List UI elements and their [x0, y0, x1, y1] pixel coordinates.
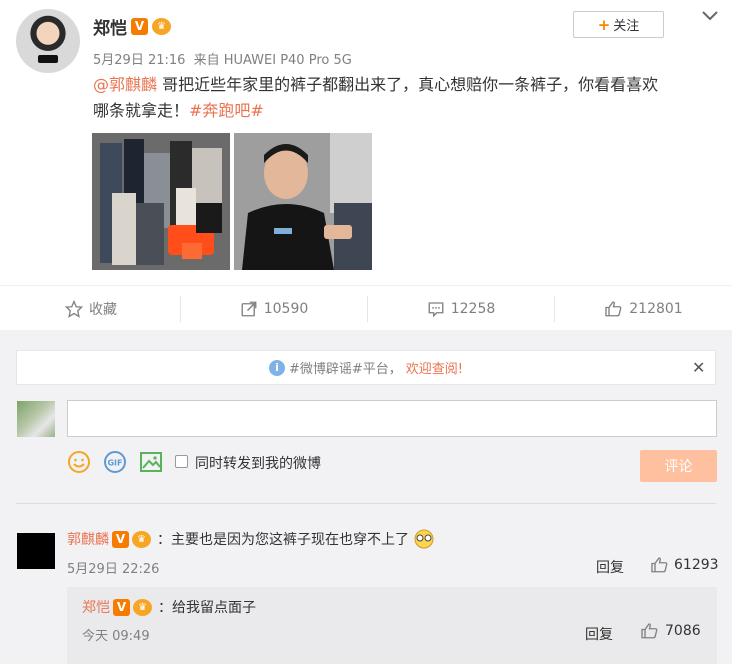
reply-button[interactable]: 回复: [596, 557, 624, 577]
crown-icon: ♛: [132, 530, 151, 548]
rumor-notice-bar: i #微博辟谣#平台， 欢迎查阅!: [16, 350, 716, 385]
thumbs-up-icon: [641, 623, 658, 639]
selfie-photo-graphic: [234, 133, 372, 270]
reply-like-button[interactable]: 7086: [640, 622, 701, 640]
pants-photo-graphic: [92, 133, 230, 270]
commenter-name[interactable]: 郭麒麟: [67, 529, 109, 549]
post-content: @郭麒麟 哥把近些年家里的裤子都翻出来了，真心想赔你一条裤子，你看看喜欢 哪条就…: [93, 72, 718, 124]
reply-author-name[interactable]: 郑恺: [82, 597, 110, 617]
plus-icon: +: [597, 15, 611, 34]
notice-welcome-link[interactable]: 欢迎查阅!: [406, 358, 463, 377]
forward-checkbox[interactable]: [175, 455, 188, 468]
comment-count: 12258: [450, 300, 496, 317]
my-avatar[interactable]: [17, 401, 55, 437]
post-source: 来自 HUAWEI P40 Pro 5G: [193, 53, 352, 68]
favorite-label: 收藏: [89, 301, 117, 318]
content-text-2: 哪条就拿走！: [93, 101, 190, 120]
like-count: 212801: [629, 300, 683, 317]
reply-like-count: 7086: [665, 623, 701, 639]
crown-icon: ♛: [152, 18, 171, 35]
verified-v-icon: V: [112, 530, 129, 548]
repost-icon: [241, 301, 257, 316]
svg-text:GIF: GIF: [107, 459, 122, 468]
verified-v-icon: V: [113, 598, 130, 616]
comment-like-count: 61293: [674, 557, 719, 573]
verified-v-icon: V: [131, 18, 148, 35]
post-photo-1[interactable]: [92, 133, 230, 270]
thumbs-up-icon: [651, 557, 668, 573]
comment-icon: [428, 301, 444, 317]
notice-text[interactable]: #微博辟谣#平台，: [289, 358, 402, 377]
author-name[interactable]: 郑恺: [93, 14, 127, 39]
hashtag-link[interactable]: #奔跑吧#: [189, 101, 264, 120]
chevron-down-icon[interactable]: [700, 8, 720, 24]
post-photo-2[interactable]: [234, 133, 372, 270]
close-icon[interactable]: ✕: [692, 358, 705, 377]
sweat-emoji-icon: [414, 529, 434, 549]
gif-icon[interactable]: GIF: [103, 450, 127, 474]
crown-icon: ♛: [133, 598, 152, 616]
author-avatar[interactable]: [16, 9, 80, 73]
repost-count: 10590: [263, 300, 309, 317]
star-icon: [65, 299, 83, 318]
follow-button[interactable]: + 关注: [573, 11, 664, 38]
comment-time: 5月29日 22:26: [67, 562, 160, 577]
comment-input[interactable]: [67, 400, 717, 437]
comment-button[interactable]: 12258: [368, 286, 554, 331]
image-icon[interactable]: [139, 450, 163, 474]
forward-label: 同时转发到我的微博: [195, 456, 321, 472]
nested-reply-row: 郑恺 V ♛ ：给我留点面子: [82, 597, 256, 617]
comment-divider: [16, 503, 716, 504]
submit-comment-button[interactable]: 评论: [640, 450, 717, 482]
thumbs-up-icon: [605, 300, 622, 316]
content-text-1: 哥把近些年家里的裤子都翻出来了，真心想赔你一条裤子，你看看喜欢: [157, 75, 659, 94]
like-button[interactable]: 212801: [555, 286, 732, 331]
nested-reply-button[interactable]: 回复: [585, 624, 613, 644]
reply-text: ：给我留点面子: [158, 600, 256, 616]
comment-text: ：主要也是因为您这裤子现在也穿不上了: [157, 532, 409, 548]
mention-link[interactable]: @郭麒麟: [93, 75, 157, 94]
author-name-row: 郑恺 V ♛: [93, 14, 171, 39]
info-icon: i: [268, 359, 285, 376]
comment-row: 郭麒麟 V ♛ ：主要也是因为您这裤子现在也穿不上了: [67, 529, 436, 549]
post-meta: 5月29日 21:16 来自 HUAWEI P40 Pro 5G: [93, 49, 352, 68]
comment-like-button[interactable]: 61293: [650, 556, 719, 574]
repost-button[interactable]: 10590: [181, 286, 367, 331]
emoji-icon[interactable]: [67, 450, 91, 474]
commenter-avatar[interactable]: [17, 533, 55, 569]
post-action-bar: 收藏 10590 12258 212801: [0, 285, 732, 330]
favorite-button[interactable]: 收藏: [0, 286, 182, 331]
follow-label: 关注: [613, 19, 640, 34]
post-time[interactable]: 5月29日 21:16: [93, 53, 185, 68]
reply-time: 今天 09:49: [82, 629, 150, 644]
